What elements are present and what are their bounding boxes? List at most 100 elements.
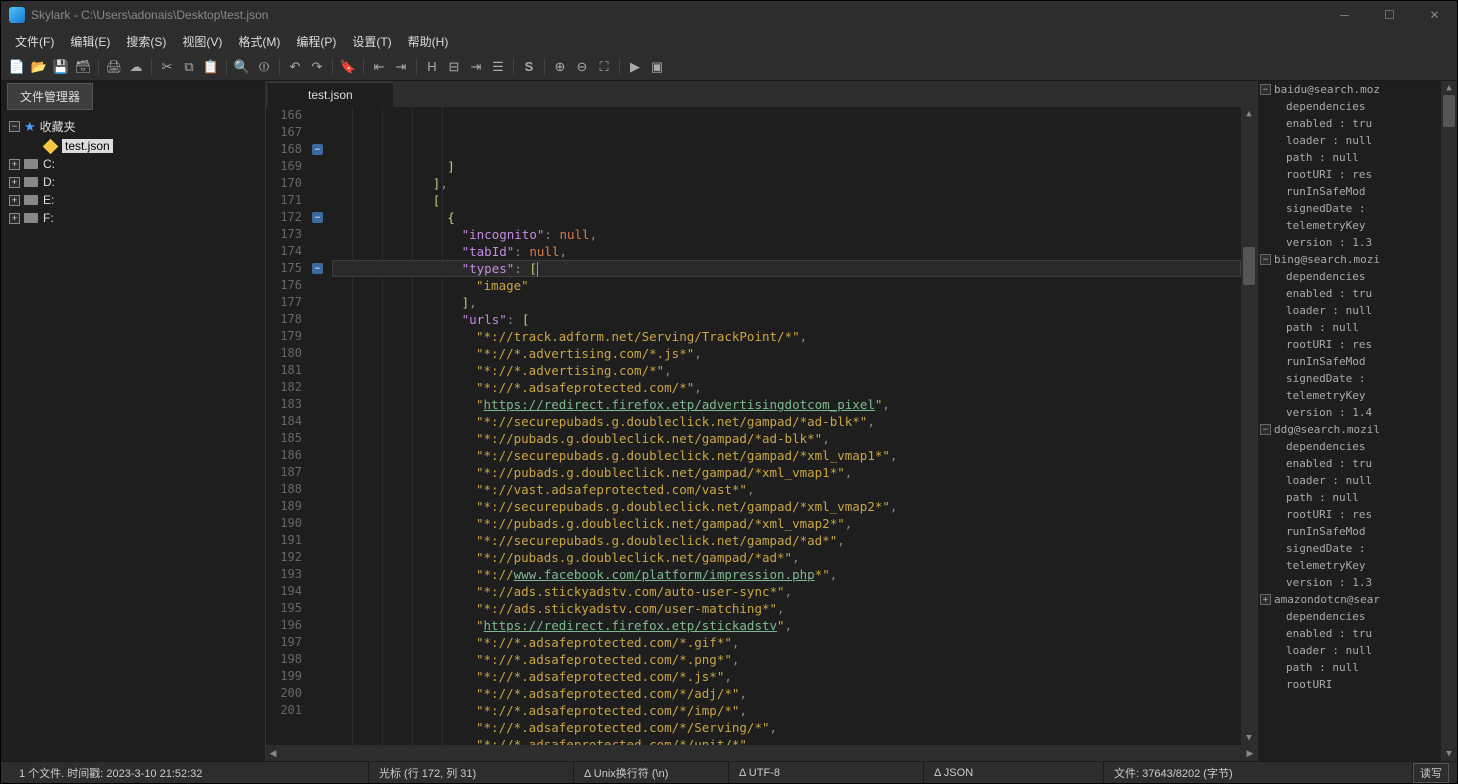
code-line[interactable]: "*://pubads.g.doubleclick.net/gampad/*ad… [332,430,1241,447]
outline-property[interactable]: enabled : tru [1258,625,1457,642]
nav-back-icon[interactable]: ⇤ [369,57,389,77]
collapse-icon[interactable]: − [9,121,20,132]
outline-property[interactable]: path : null [1258,149,1457,166]
fold-marker-icon[interactable]: − [312,144,323,155]
code-line[interactable]: "*://*.adsafeprotected.com/*/imp/*", [332,702,1241,719]
save-all-icon[interactable]: 🗃 [73,57,93,77]
outline-property[interactable]: path : null [1258,489,1457,506]
menu-item[interactable]: 编辑(E) [62,31,118,52]
line-number[interactable]: 168 [266,141,302,158]
code-line[interactable]: "*://ads.stickyadstv.com/user-matching*"… [332,600,1241,617]
code-line[interactable]: "*://*.adsafeprotected.com/*.js*", [332,668,1241,685]
outline-property[interactable]: loader : null [1258,132,1457,149]
fold-gutter[interactable]: −−− [310,107,328,745]
print-icon[interactable]: 🖨 [104,57,124,77]
editor-tab-active[interactable]: test.json [268,82,393,107]
zoom-in-icon[interactable]: ⊕ [550,57,570,77]
scroll-right-icon[interactable]: ▶ [1243,748,1257,759]
line-number[interactable]: 169 [266,158,302,175]
terminal-icon[interactable]: ▣ [647,57,667,77]
line-number[interactable]: 201 [266,702,302,719]
scroll-up-icon[interactable]: ▲ [1441,81,1457,95]
expand-icon[interactable]: + [9,177,20,188]
code-line[interactable]: "*://ads.stickyadstv.com/auto-user-sync*… [332,583,1241,600]
maximize-button[interactable]: ☐ [1367,1,1412,29]
scroll-down-icon[interactable]: ▼ [1241,731,1257,745]
expand-icon[interactable]: + [9,195,20,206]
outline-property[interactable]: version : 1.3 [1258,234,1457,251]
code-line[interactable]: { [332,209,1241,226]
outline-group[interactable]: +amazondotcn@sear [1258,591,1457,608]
outline-property[interactable]: runInSafeMod [1258,183,1457,200]
code-line[interactable]: [ [332,192,1241,209]
minimize-button[interactable]: ─ [1322,1,1367,29]
line-number[interactable]: 175 [266,260,302,277]
bookmark-icon[interactable]: 🔖 [338,57,358,77]
line-number[interactable]: 171 [266,192,302,209]
list-icon[interactable]: ☰ [488,57,508,77]
code-line[interactable]: "types": [ [332,260,1241,277]
outline-property[interactable]: runInSafeMod [1258,523,1457,540]
line-number[interactable]: 178 [266,311,302,328]
cloud-icon[interactable]: ☁ [126,57,146,77]
menu-item[interactable]: 帮助(H) [400,31,457,52]
line-number[interactable]: 186 [266,447,302,464]
outline-property[interactable]: telemetryKey [1258,387,1457,404]
menu-item[interactable]: 编程(P) [288,31,344,52]
line-number[interactable]: 172 [266,209,302,226]
code-line[interactable]: "incognito": null, [332,226,1241,243]
file-manager-tab[interactable]: 文件管理器 [7,83,93,110]
outline-property[interactable]: enabled : tru [1258,455,1457,472]
tree-drive[interactable]: +D: [5,173,261,191]
zoom-out-icon[interactable]: ⊖ [572,57,592,77]
scroll-down-icon[interactable]: ▼ [1441,747,1457,761]
scroll-up-icon[interactable]: ▲ [1241,107,1257,121]
code-line[interactable]: "*://*.adsafeprotected.com/*/unit/*", [332,736,1241,745]
outline-group[interactable]: −baidu@search.moz [1258,81,1457,98]
header-icon[interactable]: H [422,57,442,77]
code-line[interactable]: "*://securepubads.g.doubleclick.net/gamp… [332,447,1241,464]
new-file-icon[interactable]: 📄 [7,57,27,77]
line-number[interactable]: 177 [266,294,302,311]
scroll-left-icon[interactable]: ◀ [266,748,280,759]
outline-property[interactable]: enabled : tru [1258,115,1457,132]
menu-item[interactable]: 文件(F) [7,31,62,52]
code-line[interactable]: "*://*.adsafeprotected.com/*.gif*", [332,634,1241,651]
outline-property[interactable]: signedDate : [1258,370,1457,387]
code-line[interactable]: ], [332,175,1241,192]
line-number[interactable]: 182 [266,379,302,396]
scrollbar-thumb[interactable] [1443,95,1455,127]
menu-item[interactable]: 搜索(S) [118,31,174,52]
outline-property[interactable]: loader : null [1258,472,1457,489]
outline-property[interactable]: rootURI : res [1258,336,1457,353]
expand-icon[interactable]: + [9,159,20,170]
line-number[interactable]: 200 [266,685,302,702]
code-line[interactable]: "*://www.facebook.com/platform/impressio… [332,566,1241,583]
code-line[interactable]: "https://redirect.firefox.etp/stickadstv… [332,617,1241,634]
outline-property[interactable]: signedDate : [1258,540,1457,557]
line-number[interactable]: 167 [266,124,302,141]
outline-property[interactable]: dependencies [1258,438,1457,455]
line-number[interactable]: 180 [266,345,302,362]
undo-icon[interactable]: ↶ [285,57,305,77]
code-line[interactable]: "image" [332,277,1241,294]
code-line[interactable]: "*://securepubads.g.doubleclick.net/gamp… [332,498,1241,515]
code-line[interactable]: "*://*.adsafeprotected.com/*/Serving/*", [332,719,1241,736]
collapse-icon[interactable]: − [1260,424,1271,435]
run-icon[interactable]: ▶ [625,57,645,77]
tree-drive[interactable]: +C: [5,155,261,173]
menu-item[interactable]: 视图(V) [174,31,230,52]
line-number[interactable]: 181 [266,362,302,379]
outline-property[interactable]: telemetryKey [1258,217,1457,234]
scrollbar-thumb[interactable] [1243,247,1255,285]
line-number[interactable]: 197 [266,634,302,651]
code-line[interactable]: "*://vast.adsafeprotected.com/vast*", [332,481,1241,498]
line-number[interactable]: 174 [266,243,302,260]
expand-icon[interactable]: + [9,213,20,224]
snippet-icon[interactable]: S [519,57,539,77]
line-number[interactable]: 176 [266,277,302,294]
line-number[interactable]: 198 [266,651,302,668]
fold-marker-icon[interactable]: − [312,212,323,223]
code-editor[interactable]: 1661671681691701711721731741751761771781… [266,107,1257,745]
tree-favorites[interactable]: −★收藏夹 [5,116,261,137]
